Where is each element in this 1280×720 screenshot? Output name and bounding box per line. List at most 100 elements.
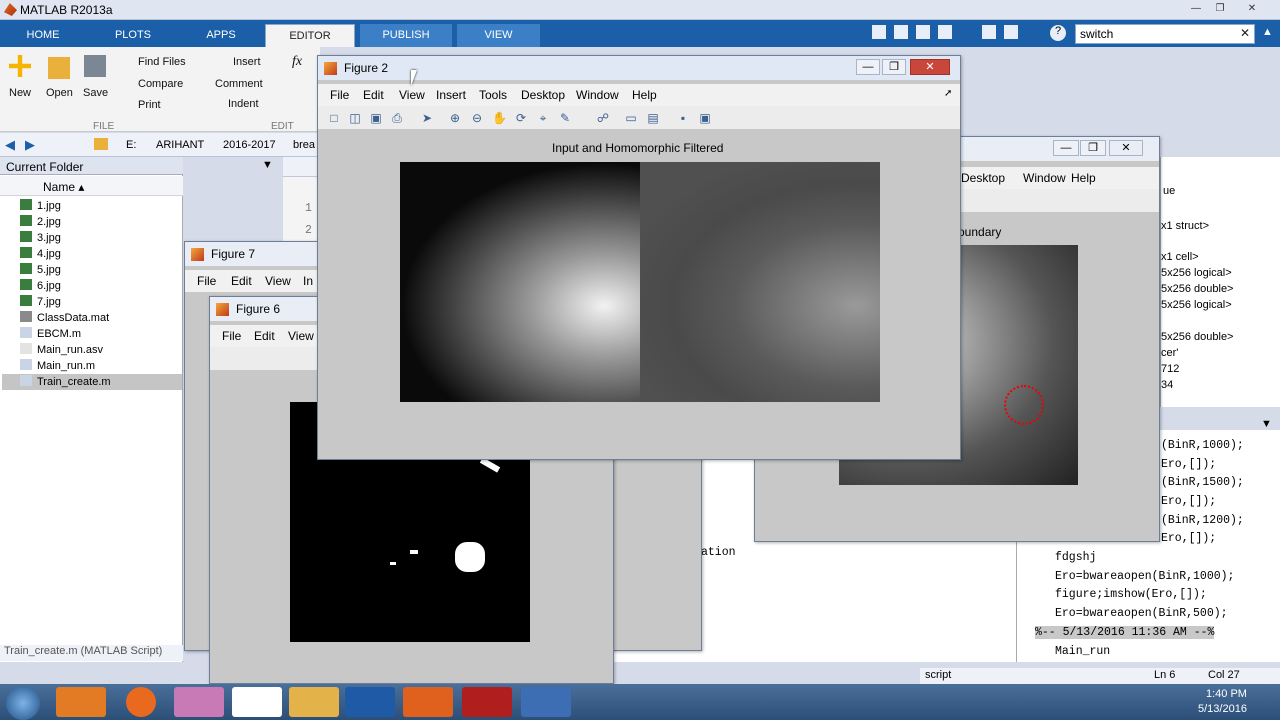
print-button[interactable]: Print: [138, 99, 161, 111]
tab-editor[interactable]: EDITOR: [265, 24, 355, 47]
redo-icon[interactable]: [1004, 25, 1018, 39]
insert-legend-icon[interactable]: ▤: [646, 111, 660, 125]
video-editor-icon[interactable]: [521, 687, 571, 717]
menu-tools[interactable]: Tools: [479, 88, 507, 102]
menu-file[interactable]: File: [197, 274, 216, 288]
menu-edit[interactable]: Edit: [254, 329, 275, 343]
tab-apps[interactable]: APPS: [188, 24, 254, 47]
file-explorer-icon[interactable]: [289, 687, 339, 717]
history-line[interactable]: figure;imshow(Ero,[]);: [1055, 588, 1207, 601]
help-icon[interactable]: ?: [1050, 25, 1066, 41]
file-item[interactable]: 5.jpg: [20, 262, 180, 278]
menu-help[interactable]: Help: [632, 88, 657, 102]
panel-menu-icon[interactable]: ▼: [1261, 418, 1272, 430]
minimize-button[interactable]: —: [856, 59, 880, 75]
tab-publish[interactable]: PUBLISH: [360, 24, 452, 47]
insert-colorbar-icon[interactable]: ▭: [624, 111, 638, 125]
copy-icon[interactable]: [894, 25, 908, 39]
dock-arrow-icon[interactable]: ➚: [944, 88, 952, 99]
clock-date[interactable]: 5/13/2016: [1198, 703, 1247, 715]
fx-icon[interactable]: fx: [292, 54, 302, 70]
acrobat-icon[interactable]: [462, 687, 512, 717]
history-line[interactable]: Ero,[]);: [1161, 495, 1216, 508]
minimize-button[interactable]: —: [1053, 140, 1079, 156]
comment-button[interactable]: Comment: [215, 78, 263, 90]
file-item[interactable]: 2.jpg: [20, 214, 180, 230]
menu-file[interactable]: File: [222, 329, 241, 343]
history-line[interactable]: (BinR,1500);: [1161, 476, 1244, 489]
chrome-icon[interactable]: [232, 687, 282, 717]
figure-2-window[interactable]: Figure 2 — ❐ ✕ File Edit View Insert Too…: [317, 55, 961, 460]
breadcrumb-arihant[interactable]: ARIHANT: [156, 139, 204, 151]
menu-edit[interactable]: Edit: [363, 88, 384, 102]
name-column-header[interactable]: Name ▴: [43, 180, 84, 194]
file-item[interactable]: Main_run.m: [20, 358, 180, 374]
menu-desktop[interactable]: Desktop: [521, 88, 565, 102]
file-item[interactable]: Main_run.asv: [20, 342, 180, 358]
compare-button[interactable]: Compare: [138, 78, 183, 90]
new-button[interactable]: New: [9, 87, 31, 99]
show-plot-tools-icon[interactable]: ▣: [698, 111, 712, 125]
paste-icon[interactable]: [916, 25, 930, 39]
open-button[interactable]: Open: [46, 87, 73, 99]
rotate-3d-icon[interactable]: ⟳: [514, 111, 528, 125]
undo-icon[interactable]: [982, 25, 996, 39]
data-cursor-icon[interactable]: ⌖: [536, 111, 550, 125]
menu-window[interactable]: Window: [1023, 171, 1066, 185]
clear-search-icon[interactable]: ✕: [1240, 26, 1250, 40]
new-figure-icon[interactable]: □: [327, 111, 341, 125]
open-file-icon[interactable]: ◫: [348, 111, 362, 125]
ribbon-collapse-icon[interactable]: ▲: [1262, 26, 1273, 38]
edit-plot-arrow-icon[interactable]: ➤: [420, 111, 434, 125]
save-button[interactable]: Save: [83, 87, 108, 99]
history-session-separator[interactable]: %-- 5/13/2016 11:36 AM --%: [1035, 626, 1215, 639]
menu-window[interactable]: Window: [576, 88, 619, 102]
close-button[interactable]: ✕: [1109, 140, 1143, 156]
breadcrumb-drive[interactable]: E:: [126, 139, 136, 151]
maximize-button[interactable]: ❐: [1210, 2, 1230, 17]
back-arrow-icon[interactable]: ◀: [5, 137, 15, 153]
pan-hand-icon[interactable]: ✋: [492, 111, 507, 125]
menu-edit[interactable]: Edit: [231, 274, 252, 288]
menu-file[interactable]: File: [330, 88, 349, 102]
file-item[interactable]: 4.jpg: [20, 246, 180, 262]
minimize-button[interactable]: —: [1186, 2, 1206, 17]
link-plot-icon[interactable]: ☍: [596, 111, 610, 125]
history-line[interactable]: Ero,[]);: [1161, 532, 1216, 545]
cut-icon[interactable]: [872, 25, 886, 39]
file-item[interactable]: 3.jpg: [20, 230, 180, 246]
save-disk-icon[interactable]: [84, 55, 106, 77]
close-button[interactable]: ✕: [1242, 2, 1262, 17]
save-icon[interactable]: [938, 25, 952, 39]
tab-view[interactable]: VIEW: [457, 24, 540, 47]
menu-view[interactable]: View: [399, 88, 425, 102]
history-line[interactable]: fdgshj: [1055, 551, 1096, 564]
firefox-icon[interactable]: [126, 687, 156, 717]
file-item[interactable]: 1.jpg: [20, 198, 180, 214]
history-line[interactable]: Ero,[]);: [1161, 458, 1216, 471]
panel-menu-icon[interactable]: ▼: [262, 159, 273, 171]
menu-view[interactable]: View: [288, 329, 314, 343]
brush-icon[interactable]: ✎: [558, 111, 572, 125]
tab-plots[interactable]: PLOTS: [100, 24, 166, 47]
media-player-icon[interactable]: [56, 687, 106, 717]
file-item[interactable]: EBCM.m: [20, 326, 180, 342]
matlab-taskbar-icon[interactable]: [403, 687, 453, 717]
forward-arrow-icon[interactable]: ▶: [25, 137, 35, 153]
tab-home[interactable]: HOME: [10, 24, 76, 47]
clock-time[interactable]: 1:40 PM: [1206, 688, 1247, 700]
hide-plot-tools-icon[interactable]: ▪: [676, 111, 690, 125]
maximize-button[interactable]: ❐: [1080, 140, 1106, 156]
indent-button[interactable]: Indent: [228, 98, 259, 110]
history-line[interactable]: Main_run: [1055, 645, 1110, 658]
history-line[interactable]: Ero=bwareaopen(BinR,1000);: [1055, 570, 1234, 583]
insert-button[interactable]: Insert: [233, 56, 261, 68]
new-icon[interactable]: [9, 55, 31, 77]
file-item[interactable]: ClassData.mat: [20, 310, 180, 326]
open-folder-icon[interactable]: [48, 57, 70, 79]
menu-insert[interactable]: In: [303, 274, 313, 288]
close-button[interactable]: ✕: [910, 59, 950, 75]
menu-insert[interactable]: Insert: [436, 88, 466, 102]
zoom-in-icon[interactable]: ⊕: [448, 111, 462, 125]
breadcrumb-year[interactable]: 2016-2017: [223, 139, 276, 151]
